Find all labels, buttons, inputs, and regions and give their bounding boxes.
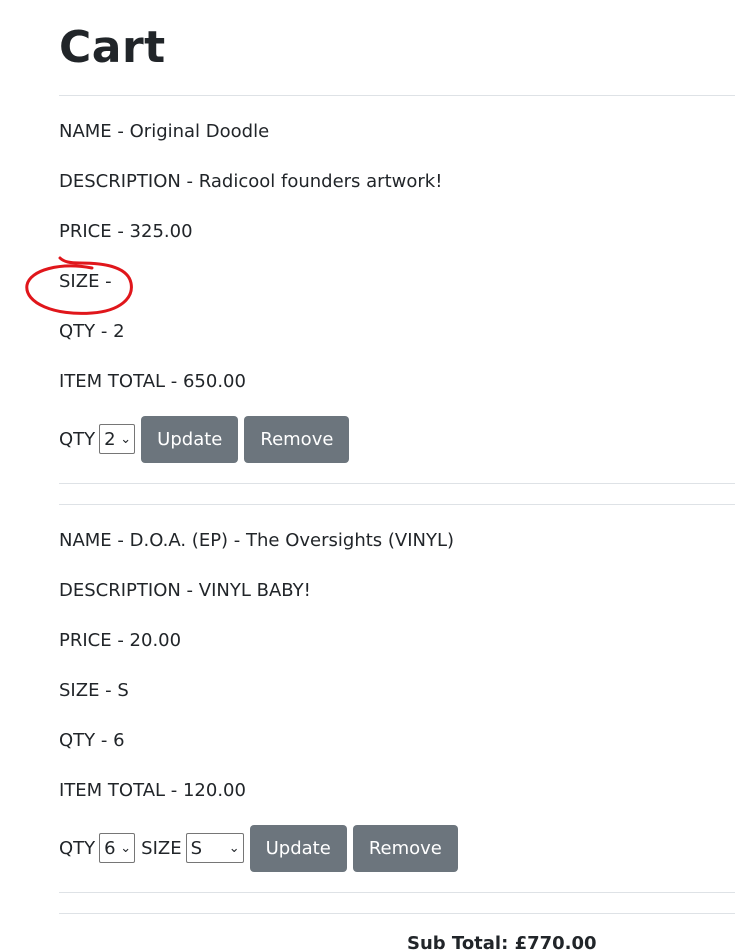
- item-name: NAME - Original Doodle: [59, 121, 270, 142]
- item-description: DESCRIPTION - VINYL BABY!: [59, 580, 311, 601]
- qty-select[interactable]: 6 ⌄: [99, 833, 136, 863]
- item-divider: [59, 892, 735, 893]
- chevron-down-icon: ⌄: [120, 840, 132, 856]
- chevron-down-icon: ⌄: [228, 840, 240, 856]
- qty-select[interactable]: 2 ⌄: [99, 424, 136, 454]
- cart-page: Cart NAME - Original Doodle DESCRIPTION …: [0, 0, 735, 951]
- item-price: PRICE - 325.00: [59, 221, 193, 242]
- update-button[interactable]: Update: [141, 415, 239, 463]
- header-divider: [59, 95, 735, 96]
- item-size: SIZE - S: [59, 680, 129, 701]
- size-select[interactable]: S ⌄: [185, 833, 244, 863]
- item-qty: QTY - 6: [59, 730, 125, 751]
- page-title: Cart: [59, 22, 166, 73]
- item-total: ITEM TOTAL - 120.00: [59, 780, 246, 801]
- item-total: ITEM TOTAL - 650.00: [59, 371, 246, 392]
- item-qty: QTY - 2: [59, 321, 125, 342]
- qty-select-value: 6: [104, 837, 116, 859]
- remove-button[interactable]: Remove: [244, 415, 350, 463]
- item-divider: [59, 483, 735, 484]
- item-divider: [59, 504, 735, 505]
- chevron-down-icon: ⌄: [120, 431, 132, 447]
- item-name: NAME - D.O.A. (EP) - The Oversights (VIN…: [59, 530, 455, 551]
- item-divider: [59, 913, 735, 914]
- qty-label: QTY: [59, 837, 96, 859]
- item-description: DESCRIPTION - Radicool founders artwork!: [59, 171, 443, 192]
- size-select-value: S: [190, 837, 203, 859]
- item-price: PRICE - 20.00: [59, 630, 182, 651]
- item-controls: QTY 2 ⌄ Update Remove: [59, 415, 350, 463]
- qty-select-value: 2: [104, 428, 116, 450]
- qty-label: QTY: [59, 428, 96, 450]
- remove-button[interactable]: Remove: [352, 824, 458, 872]
- update-button[interactable]: Update: [249, 824, 347, 872]
- size-label: SIZE: [141, 837, 182, 859]
- subtotal: Sub Total: £770.00: [407, 933, 597, 951]
- item-controls: QTY 6 ⌄ SIZE S ⌄ Update Remove: [59, 824, 458, 872]
- item-size: SIZE -: [59, 271, 112, 292]
